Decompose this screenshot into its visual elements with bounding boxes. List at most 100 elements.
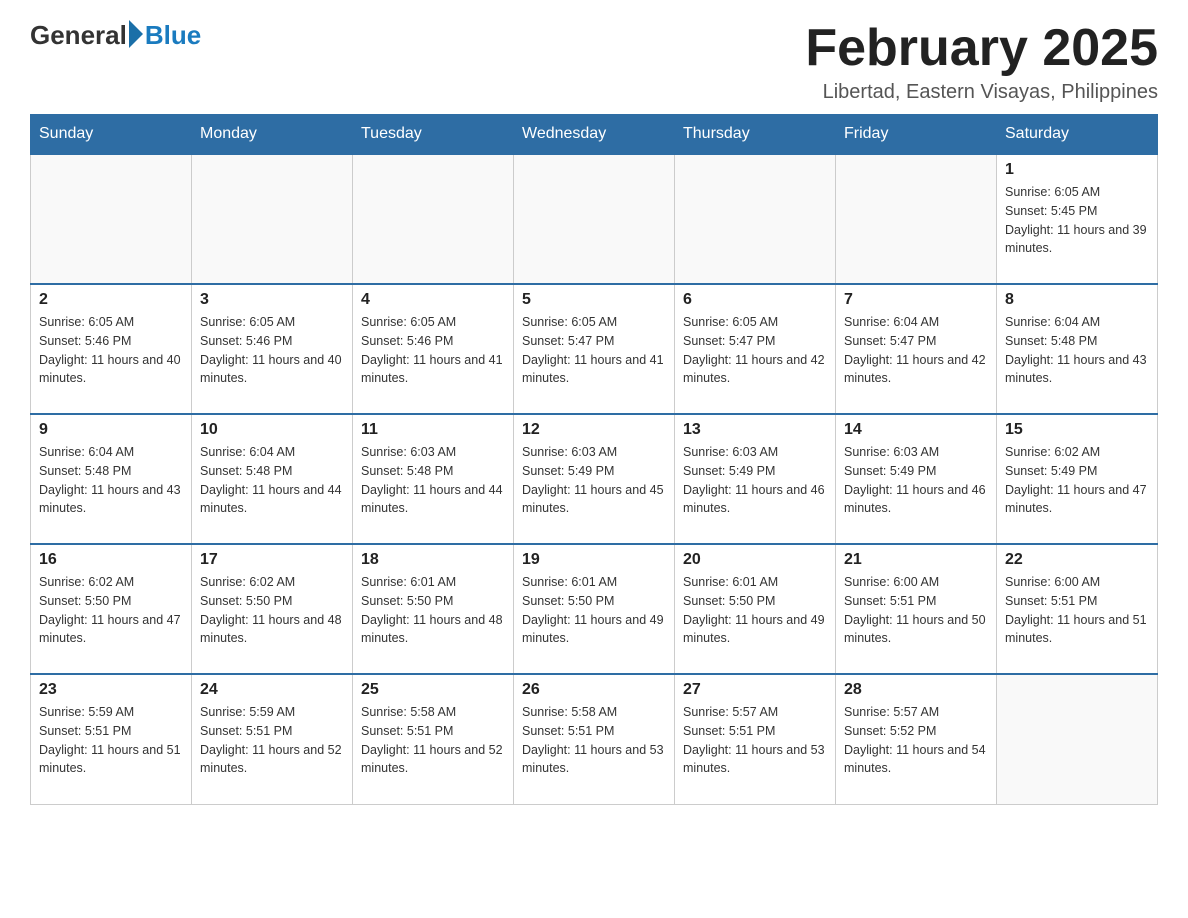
day-number: 26 — [522, 681, 666, 699]
day-number: 15 — [1005, 421, 1149, 439]
day-info: Sunrise: 6:00 AMSunset: 5:51 PMDaylight:… — [844, 573, 988, 648]
calendar-cell: 13 Sunrise: 6:03 AMSunset: 5:49 PMDayligh… — [675, 414, 836, 544]
day-info: Sunrise: 5:57 AMSunset: 5:51 PMDaylight:… — [683, 703, 827, 778]
day-info: Sunrise: 6:05 AMSunset: 5:45 PMDaylight:… — [1005, 183, 1149, 258]
day-info: Sunrise: 6:05 AMSunset: 5:47 PMDaylight:… — [522, 313, 666, 388]
calendar-header: SundayMondayTuesdayWednesdayThursdayFrid… — [31, 115, 1158, 155]
calendar-cell: 21 Sunrise: 6:00 AMSunset: 5:51 PMDayligh… — [836, 544, 997, 674]
day-number: 6 — [683, 291, 827, 309]
day-of-week-header: Friday — [836, 115, 997, 155]
day-info: Sunrise: 6:02 AMSunset: 5:50 PMDaylight:… — [200, 573, 344, 648]
day-number: 2 — [39, 291, 183, 309]
day-info: Sunrise: 6:03 AMSunset: 5:49 PMDaylight:… — [522, 443, 666, 518]
day-number: 4 — [361, 291, 505, 309]
day-info: Sunrise: 6:04 AMSunset: 5:48 PMDaylight:… — [200, 443, 344, 518]
day-info: Sunrise: 6:01 AMSunset: 5:50 PMDaylight:… — [522, 573, 666, 648]
logo-blue-part: Blue — [127, 20, 201, 51]
calendar-cell: 27 Sunrise: 5:57 AMSunset: 5:51 PMDayligh… — [675, 674, 836, 804]
calendar-cell: 6 Sunrise: 6:05 AMSunset: 5:47 PMDaylight… — [675, 284, 836, 414]
calendar-cell: 5 Sunrise: 6:05 AMSunset: 5:47 PMDaylight… — [514, 284, 675, 414]
calendar-cell: 8 Sunrise: 6:04 AMSunset: 5:48 PMDaylight… — [997, 284, 1158, 414]
day-number: 7 — [844, 291, 988, 309]
calendar-cell: 25 Sunrise: 5:58 AMSunset: 5:51 PMDayligh… — [353, 674, 514, 804]
calendar-cell: 15 Sunrise: 6:02 AMSunset: 5:49 PMDayligh… — [997, 414, 1158, 544]
calendar-cell — [192, 154, 353, 284]
day-number: 12 — [522, 421, 666, 439]
calendar-cell: 7 Sunrise: 6:04 AMSunset: 5:47 PMDaylight… — [836, 284, 997, 414]
day-of-week-header: Tuesday — [353, 115, 514, 155]
day-number: 3 — [200, 291, 344, 309]
day-number: 22 — [1005, 551, 1149, 569]
day-info: Sunrise: 6:01 AMSunset: 5:50 PMDaylight:… — [683, 573, 827, 648]
location-text: Libertad, Eastern Visayas, Philippines — [805, 81, 1158, 104]
calendar-cell: 19Sunrise: 6:01 AMSunset: 5:50 PMDayligh… — [514, 544, 675, 674]
calendar-cell — [514, 154, 675, 284]
calendar-cell: 28Sunrise: 5:57 AMSunset: 5:52 PMDayligh… — [836, 674, 997, 804]
day-info: Sunrise: 6:03 AMSunset: 5:49 PMDaylight:… — [844, 443, 988, 518]
day-info: Sunrise: 6:05 AMSunset: 5:46 PMDaylight:… — [200, 313, 344, 388]
calendar-cell: 1 Sunrise: 6:05 AMSunset: 5:45 PMDaylight… — [997, 154, 1158, 284]
day-number: 21 — [844, 551, 988, 569]
calendar-cell: 14Sunrise: 6:03 AMSunset: 5:49 PMDayligh… — [836, 414, 997, 544]
day-number: 24 — [200, 681, 344, 699]
day-of-week-header: Saturday — [997, 115, 1158, 155]
day-info: Sunrise: 5:59 AMSunset: 5:51 PMDaylight:… — [200, 703, 344, 778]
day-info: Sunrise: 6:03 AMSunset: 5:49 PMDaylight:… — [683, 443, 827, 518]
day-info: Sunrise: 6:05 AMSunset: 5:47 PMDaylight:… — [683, 313, 827, 388]
calendar-cell: 23 Sunrise: 5:59 AMSunset: 5:51 PMDayligh… — [31, 674, 192, 804]
day-number: 1 — [1005, 161, 1149, 179]
calendar-cell — [31, 154, 192, 284]
day-number: 17 — [200, 551, 344, 569]
week-row: 23 Sunrise: 5:59 AMSunset: 5:51 PMDayligh… — [31, 674, 1158, 804]
day-number: 10 — [200, 421, 344, 439]
day-info: Sunrise: 6:02 AMSunset: 5:50 PMDaylight:… — [39, 573, 183, 648]
day-info: Sunrise: 5:58 AMSunset: 5:51 PMDaylight:… — [522, 703, 666, 778]
month-title: February 2025 — [805, 20, 1158, 77]
week-row: 1 Sunrise: 6:05 AMSunset: 5:45 PMDaylight… — [31, 154, 1158, 284]
calendar-cell — [836, 154, 997, 284]
day-number: 16 — [39, 551, 183, 569]
week-row: 16 Sunrise: 6:02 AMSunset: 5:50 PMDayligh… — [31, 544, 1158, 674]
day-of-week-header: Thursday — [675, 115, 836, 155]
day-number: 18 — [361, 551, 505, 569]
day-info: Sunrise: 6:05 AMSunset: 5:46 PMDaylight:… — [39, 313, 183, 388]
day-info: Sunrise: 6:04 AMSunset: 5:48 PMDaylight:… — [1005, 313, 1149, 388]
calendar-cell: 22 Sunrise: 6:00 AMSunset: 5:51 PMDayligh… — [997, 544, 1158, 674]
week-row: 9Sunrise: 6:04 AMSunset: 5:48 PMDaylight… — [31, 414, 1158, 544]
day-info: Sunrise: 5:57 AMSunset: 5:52 PMDaylight:… — [844, 703, 988, 778]
calendar-cell: 4Sunrise: 6:05 AMSunset: 5:46 PMDaylight… — [353, 284, 514, 414]
day-number: 25 — [361, 681, 505, 699]
day-number: 13 — [683, 421, 827, 439]
day-number: 23 — [39, 681, 183, 699]
logo-general-text: General — [30, 20, 127, 51]
day-info: Sunrise: 6:00 AMSunset: 5:51 PMDaylight:… — [1005, 573, 1149, 648]
day-info: Sunrise: 5:59 AMSunset: 5:51 PMDaylight:… — [39, 703, 183, 778]
day-info: Sunrise: 6:01 AMSunset: 5:50 PMDaylight:… — [361, 573, 505, 648]
day-number: 5 — [522, 291, 666, 309]
calendar-cell: 16 Sunrise: 6:02 AMSunset: 5:50 PMDayligh… — [31, 544, 192, 674]
day-info: Sunrise: 5:58 AMSunset: 5:51 PMDaylight:… — [361, 703, 505, 778]
calendar-cell: 20Sunrise: 6:01 AMSunset: 5:50 PMDayligh… — [675, 544, 836, 674]
page-header: General Blue February 2025 Libertad, Eas… — [30, 20, 1158, 104]
title-section: February 2025 Libertad, Eastern Visayas,… — [805, 20, 1158, 104]
day-of-week-header: Monday — [192, 115, 353, 155]
day-number: 11 — [361, 421, 505, 439]
day-of-week-header: Sunday — [31, 115, 192, 155]
calendar-cell: 9Sunrise: 6:04 AMSunset: 5:48 PMDaylight… — [31, 414, 192, 544]
calendar-cell: 10 Sunrise: 6:04 AMSunset: 5:48 PMDayligh… — [192, 414, 353, 544]
calendar-cell: 18 Sunrise: 6:01 AMSunset: 5:50 PMDayligh… — [353, 544, 514, 674]
day-number: 8 — [1005, 291, 1149, 309]
calendar-body: 1 Sunrise: 6:05 AMSunset: 5:45 PMDaylight… — [31, 154, 1158, 804]
calendar-cell: 3 Sunrise: 6:05 AMSunset: 5:46 PMDaylight… — [192, 284, 353, 414]
logo-blue-text: Blue — [145, 20, 201, 51]
calendar-table: SundayMondayTuesdayWednesdayThursdayFrid… — [30, 114, 1158, 805]
day-info: Sunrise: 6:02 AMSunset: 5:49 PMDaylight:… — [1005, 443, 1149, 518]
calendar-cell: 11Sunrise: 6:03 AMSunset: 5:48 PMDayligh… — [353, 414, 514, 544]
day-info: Sunrise: 6:04 AMSunset: 5:47 PMDaylight:… — [844, 313, 988, 388]
calendar-cell — [353, 154, 514, 284]
week-row: 2 Sunrise: 6:05 AMSunset: 5:46 PMDaylight… — [31, 284, 1158, 414]
calendar-cell: 12 Sunrise: 6:03 AMSunset: 5:49 PMDayligh… — [514, 414, 675, 544]
calendar-cell: 2 Sunrise: 6:05 AMSunset: 5:46 PMDaylight… — [31, 284, 192, 414]
day-number: 27 — [683, 681, 827, 699]
logo: General Blue — [30, 20, 201, 51]
